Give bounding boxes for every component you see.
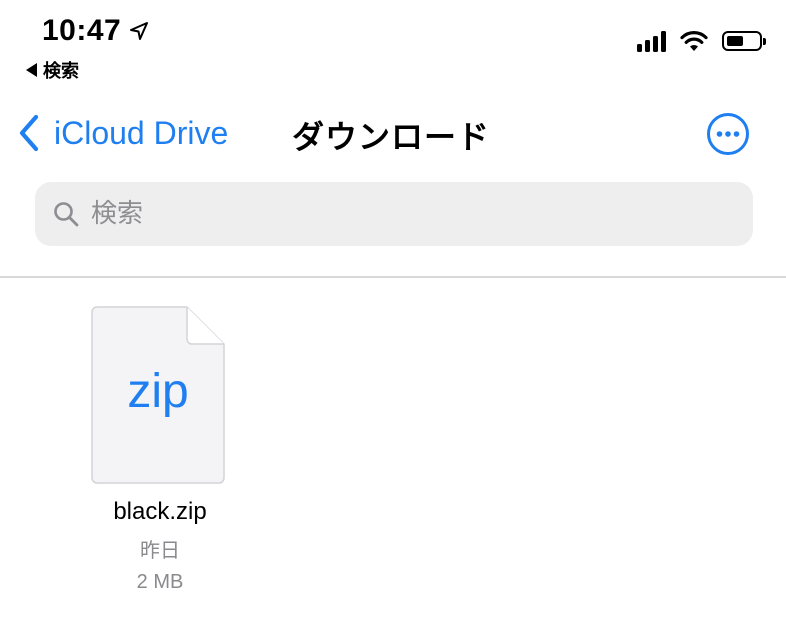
file-date: 昨日 (140, 538, 180, 562)
search-input[interactable] (89, 198, 693, 230)
files-app-screen: 10:47 検索 iCloud Drive ダウンロード 検索 zip blac… (0, 0, 786, 634)
divider (0, 276, 786, 278)
back-to-icloud-drive-button[interactable]: iCloud Drive (18, 110, 228, 156)
back-button-label: iCloud Drive (54, 114, 229, 151)
search-bar[interactable] (35, 182, 753, 246)
file-extension-label: zip (127, 365, 189, 418)
clock-text: 10:47 (42, 14, 122, 47)
battery-icon (722, 31, 766, 51)
back-to-app-label: 検索 (43, 61, 79, 81)
wifi-icon (680, 31, 708, 51)
cellular-signal-icon (637, 30, 666, 52)
location-arrow-icon (130, 22, 149, 40)
file-size: 2 MB (136, 571, 184, 593)
back-to-app-link[interactable]: 検索 (26, 57, 79, 83)
page-title: ダウンロード (292, 119, 491, 155)
file-thumbnail: zip (91, 306, 225, 484)
chevron-left-icon (19, 114, 39, 152)
more-options-icon[interactable] (706, 112, 750, 156)
status-bar-time: 10:47 (42, 14, 149, 48)
search-icon (54, 202, 79, 227)
file-name: black.zip (113, 498, 207, 525)
file-item[interactable]: zip black.zip 昨日 2 MB (80, 306, 240, 594)
back-triangle-icon (26, 63, 37, 77)
status-indicators (637, 30, 766, 52)
